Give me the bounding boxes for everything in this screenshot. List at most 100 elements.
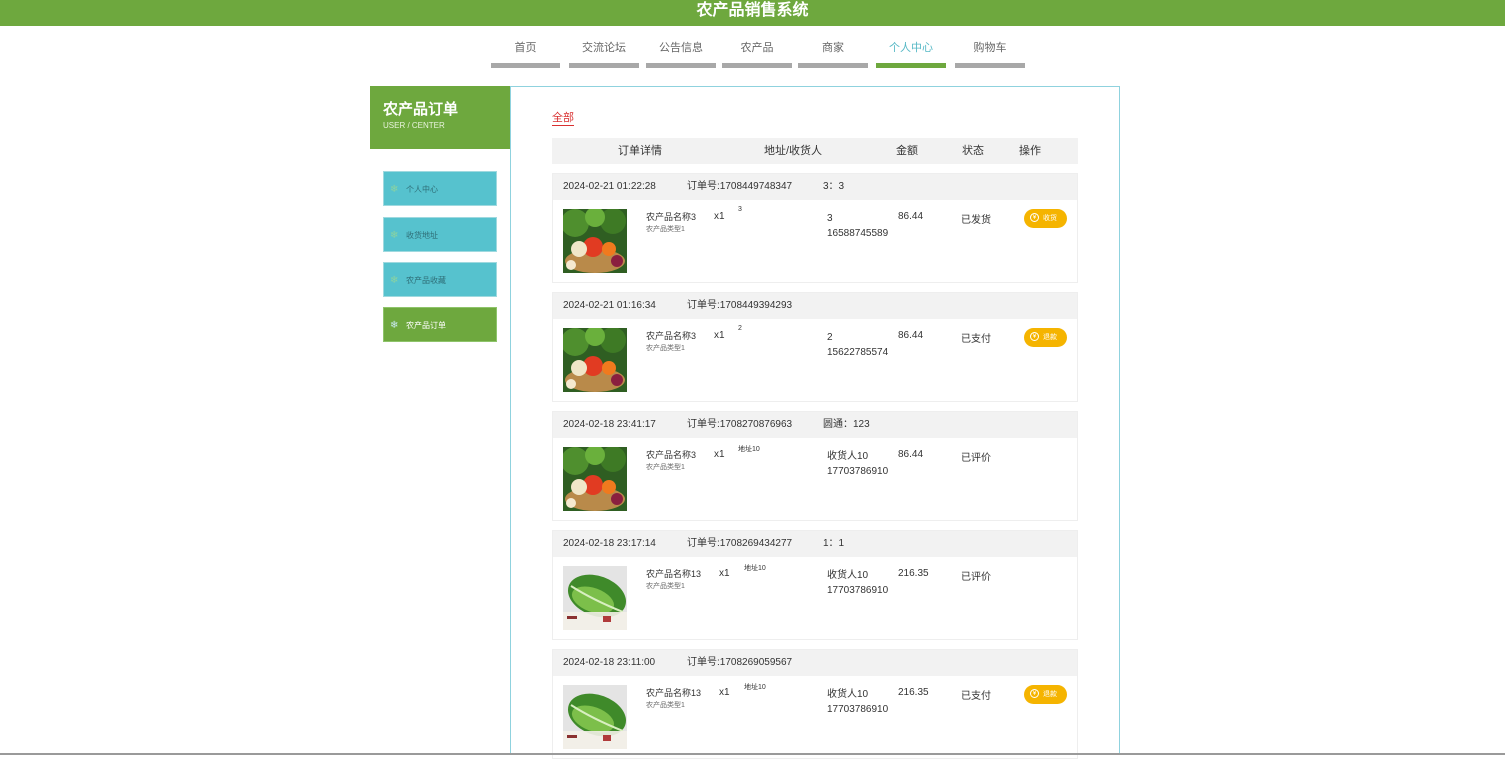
yen-icon: ¥ xyxy=(1030,689,1039,698)
product-image-vegetable-basket[interactable] xyxy=(563,328,627,392)
product-name[interactable]: 农产品名称13 xyxy=(646,567,701,580)
order-amount: 216.35 xyxy=(898,687,929,698)
main-nav: 首页 交流论坛 公告信息 农产品 商家 个人中心 购物车 xyxy=(0,40,1505,70)
product-quantity: x1 xyxy=(714,330,725,341)
product-type: 农产品类型1 xyxy=(646,345,685,352)
header-status: 状态 xyxy=(962,145,984,157)
order-card: 2024-02-18 23:41:17 订单号:1708270876963 圆通… xyxy=(552,411,1078,521)
yen-icon: ¥ xyxy=(1030,213,1039,222)
order-status: 已支付 xyxy=(961,334,991,345)
snowflake-icon: ❄ xyxy=(390,230,399,241)
yen-icon: ¥ xyxy=(1030,332,1039,341)
snowflake-icon: ❄ xyxy=(390,320,399,331)
order-card: 2024-02-18 23:11:00 订单号:1708269059567 农产… xyxy=(552,649,1078,759)
header-action: 操作 xyxy=(1019,145,1041,157)
nav-item-notice[interactable]: 公告信息 xyxy=(646,40,716,68)
header-address-receiver: 地址/收货人 xyxy=(764,145,823,157)
receiver-name: 收货人10 xyxy=(827,451,869,462)
product-image-vegetable-basket[interactable] xyxy=(563,209,627,273)
receiver-phone: 16588745589 xyxy=(827,228,889,239)
product-name[interactable]: 农产品名称3 xyxy=(646,329,696,342)
product-type: 农产品类型1 xyxy=(646,226,685,233)
header-order-detail: 订单详情 xyxy=(618,145,662,157)
nav-item-cart[interactable]: 购物车 xyxy=(955,40,1025,68)
nav-item-user-center[interactable]: 个人中心 xyxy=(876,40,946,68)
confirm-receipt-button[interactable]: ¥ 收货 xyxy=(1024,209,1067,228)
receiver-name: 2 xyxy=(827,332,833,343)
order-logistics: 3：3 xyxy=(823,181,845,192)
refund-button[interactable]: ¥ 退款 xyxy=(1024,328,1067,347)
product-quantity: x1 xyxy=(714,449,725,460)
order-header: 2024-02-21 01:16:34 订单号:1708449394293 xyxy=(553,293,1077,319)
nav-item-forum[interactable]: 交流论坛 xyxy=(569,40,639,68)
product-image-cabbage[interactable] xyxy=(563,685,627,749)
snowflake-icon: ❄ xyxy=(390,275,399,286)
order-logistics: 圆通：123 xyxy=(823,419,870,430)
receiver-phone: 17703786910 xyxy=(827,704,889,715)
order-time: 2024-02-18 23:17:14 xyxy=(563,538,656,549)
nav-item-home[interactable]: 首页 xyxy=(491,40,560,68)
order-amount: 86.44 xyxy=(898,211,924,222)
filter-all-tab[interactable]: 全部 xyxy=(552,112,574,126)
orders-table-header: 订单详情 地址/收货人 金额 状态 操作 xyxy=(552,138,1078,164)
delivery-address: 地址10 xyxy=(738,446,760,453)
sidebar-item-orders[interactable]: ❄ 农产品订单 xyxy=(383,307,497,342)
product-name[interactable]: 农产品名称3 xyxy=(646,210,696,223)
sidebar-title: 农产品订单 xyxy=(383,101,459,118)
receiver-name: 收货人10 xyxy=(827,689,869,700)
order-number: 订单号:1708449748347 xyxy=(687,181,793,192)
product-quantity: x1 xyxy=(714,211,725,222)
order-number: 订单号:1708449394293 xyxy=(687,300,793,311)
receiver-info: 收货人10 17703786910 xyxy=(827,687,888,717)
order-time: 2024-02-18 23:41:17 xyxy=(563,419,656,430)
product-name[interactable]: 农产品名称13 xyxy=(646,686,701,699)
sidebar-item-favorites[interactable]: ❄ 农产品收藏 xyxy=(383,262,497,297)
order-status: 已评价 xyxy=(961,572,991,583)
product-image-vegetable-basket[interactable] xyxy=(563,447,627,511)
receiver-phone: 17703786910 xyxy=(827,466,889,477)
order-status: 已支付 xyxy=(961,691,991,702)
receiver-name: 3 xyxy=(827,213,833,224)
receiver-name: 收货人10 xyxy=(827,570,869,581)
app-title: 农产品销售系统 xyxy=(696,2,809,19)
delivery-address: 地址10 xyxy=(744,565,766,572)
order-time: 2024-02-21 01:16:34 xyxy=(563,300,656,311)
order-header: 2024-02-21 01:22:28 订单号:1708449748347 3：… xyxy=(553,174,1077,200)
order-logistics: 1：1 xyxy=(823,538,845,549)
order-card: 2024-02-18 23:17:14 订单号:1708269434277 1：… xyxy=(552,530,1078,640)
product-quantity: x1 xyxy=(719,687,730,698)
order-time: 2024-02-18 23:11:00 xyxy=(563,657,656,668)
order-status: 已评价 xyxy=(961,453,991,464)
receiver-info: 2 15622785574 xyxy=(827,330,888,360)
order-time: 2024-02-21 01:22:28 xyxy=(563,181,656,192)
order-header: 2024-02-18 23:41:17 订单号:1708270876963 圆通… xyxy=(553,412,1077,438)
receiver-info: 收货人10 17703786910 xyxy=(827,449,888,479)
order-amount: 86.44 xyxy=(898,449,924,460)
order-amount: 86.44 xyxy=(898,330,924,341)
sidebar-item-address[interactable]: ❄ 收货地址 xyxy=(383,217,497,252)
order-status: 已发货 xyxy=(961,215,991,226)
product-image-cabbage[interactable] xyxy=(563,566,627,630)
product-type: 农产品类型1 xyxy=(646,464,685,471)
product-type: 农产品类型1 xyxy=(646,583,685,590)
receiver-phone: 17703786910 xyxy=(827,585,889,596)
nav-item-merchants[interactable]: 商家 xyxy=(798,40,868,68)
sidebar-header: 农产品订单 USER / CENTER xyxy=(370,86,510,149)
product-type: 农产品类型1 xyxy=(646,702,685,709)
app-title-bar: 农产品销售系统 xyxy=(0,0,1505,26)
delivery-address: 2 xyxy=(738,325,742,332)
order-card: 2024-02-21 01:22:28 订单号:1708449748347 3：… xyxy=(552,173,1078,283)
receiver-info: 收货人10 17703786910 xyxy=(827,568,888,598)
sidebar-subtitle: USER / CENTER xyxy=(383,121,445,130)
sidebar-item-user-center[interactable]: ❄ 个人中心 xyxy=(383,171,497,206)
order-card: 2024-02-21 01:16:34 订单号:1708449394293 农产… xyxy=(552,292,1078,402)
order-header: 2024-02-18 23:11:00 订单号:1708269059567 xyxy=(553,650,1077,676)
nav-item-products[interactable]: 农产品 xyxy=(722,40,792,68)
order-number: 订单号:1708269059567 xyxy=(687,657,793,668)
refund-button[interactable]: ¥ 退款 xyxy=(1024,685,1067,704)
delivery-address: 3 xyxy=(738,206,742,213)
snowflake-icon: ❄ xyxy=(390,184,399,195)
header-amount: 金额 xyxy=(896,145,918,157)
product-name[interactable]: 农产品名称3 xyxy=(646,448,696,461)
delivery-address: 地址10 xyxy=(744,684,766,691)
